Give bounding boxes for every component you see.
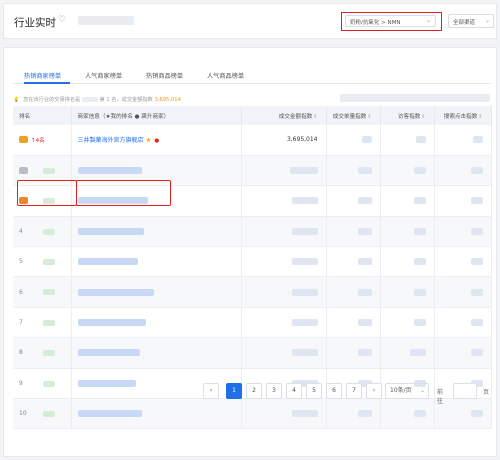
sort-icon: ⇕ xyxy=(367,113,372,120)
page-button[interactable]: 1 xyxy=(226,383,242,399)
rank-highlight-box xyxy=(17,180,77,206)
tab-popular-products[interactable]: 人气商品榜单 xyxy=(207,71,244,80)
next-page-button[interactable]: › xyxy=(366,383,382,399)
chevron-down-icon: ⌄ xyxy=(419,387,425,394)
gold-medal-icon xyxy=(19,136,28,144)
table-row: 4 xyxy=(13,216,492,248)
shop-name-link[interactable]: 三井製薬海外官方旗舰店 xyxy=(78,137,144,144)
chevron-down-icon: ⌄ xyxy=(425,17,431,24)
notice-prefix: 您在该行业的交易排名是 xyxy=(23,97,81,103)
rank-number: 5 xyxy=(19,258,23,266)
page-button[interactable]: 7 xyxy=(346,383,362,399)
rank-number: 4 xyxy=(19,227,23,235)
ranking-table: 排名 商家信息（★我的排名 ● 飙升商家） 成交金额指数⇕ 成交单量指数⇕ 访客… xyxy=(13,106,492,430)
col-gmv-index[interactable]: 成交金额指数⇕ xyxy=(241,106,327,125)
col-shop-info: 商家信息（★我的排名 ● 飙升商家） xyxy=(71,106,242,125)
page-button[interactable]: 5 xyxy=(306,383,322,399)
star-icon: ★ xyxy=(145,136,152,145)
channel-select-value: 全部渠道 xyxy=(453,20,476,26)
sort-icon: ⇕ xyxy=(478,113,483,120)
rank-number: 8 xyxy=(19,349,23,357)
active-tab-indicator xyxy=(24,82,70,84)
rank-number: 7 xyxy=(19,319,23,327)
page-size-select[interactable]: 10条/页 ⌄ xyxy=(385,383,429,399)
prev-page-button[interactable]: ‹ xyxy=(203,383,219,399)
lightbulb-icon: 💡 xyxy=(13,97,20,103)
category-select-highlight: 奶粉/抗氧化 > NMN ⌄ xyxy=(341,12,442,31)
rank-number: 6 xyxy=(19,288,23,296)
category-select[interactable]: 奶粉/抗氧化 > NMN ⌄ xyxy=(345,15,436,27)
rank-cell: ↑4名 xyxy=(13,125,72,156)
table-row: 8 xyxy=(13,337,492,369)
tab-hot-products[interactable]: 热销商品榜单 xyxy=(146,71,183,80)
table-row: 10 xyxy=(13,398,492,430)
col-search-click-index[interactable]: 搜索点击指数⇕ xyxy=(434,106,492,125)
heart-icon[interactable]: ♡ xyxy=(58,15,66,25)
page-button[interactable]: 3 xyxy=(266,383,282,399)
tab-bar: 热销商家榜单 人气商家榜单 热销商品榜单 人气商品榜单 xyxy=(13,68,491,84)
rank-change: ↑4名 xyxy=(31,138,45,144)
flame-icon: ● xyxy=(154,138,160,145)
channel-select[interactable]: 全部渠道 ⌄ xyxy=(448,14,494,28)
gmv-cell: 3,695,014 xyxy=(241,125,327,156)
page-button[interactable]: 6 xyxy=(326,383,342,399)
rank-number: 10 xyxy=(19,410,27,418)
header-card: 行业实时 ♡ 奶粉/抗氧化 > NMN ⌄ 全部渠道 ⌄ xyxy=(3,3,497,39)
rank-notice: 💡 您在该行业的交易排名是 第 1 名，成交金额指数 3,695,014 xyxy=(13,96,181,103)
table-row: 5 xyxy=(13,246,492,278)
notice-value: 3,695,014 xyxy=(154,97,181,103)
silver-medal-icon xyxy=(19,167,28,175)
table-row: 7 xyxy=(13,307,492,339)
goto-page-input[interactable] xyxy=(453,383,477,399)
tab-popular-shops[interactable]: 人气商家榜单 xyxy=(85,71,122,80)
notice-rank: 第 1 名，成交金额指数 xyxy=(99,97,153,103)
page-unit-label: 页 xyxy=(483,389,490,396)
page-button[interactable]: 2 xyxy=(246,383,262,399)
col-rank: 排名 xyxy=(13,106,72,125)
tab-hot-shops[interactable]: 热销商家榜单 xyxy=(24,71,61,80)
table-row: ↑4名 三井製薬海外官方旗舰店 ★ ● 3,695,014 xyxy=(13,125,492,156)
category-select-value: 奶粉/抗氧化 > NMN xyxy=(350,20,401,26)
page-button[interactable]: 4 xyxy=(286,383,302,399)
col-orders-index[interactable]: 成交单量指数⇕ xyxy=(326,106,381,125)
sort-icon: ⇕ xyxy=(313,113,318,120)
chevron-down-icon: ⌄ xyxy=(484,17,490,24)
page-title: 行业实时 xyxy=(14,17,56,29)
table-row: 6 xyxy=(13,276,492,308)
sort-icon: ⇕ xyxy=(421,113,426,120)
rank-number: 9 xyxy=(19,379,23,387)
goto-label: 前往 xyxy=(437,389,444,405)
col-visitors-index[interactable]: 访客指数⇕ xyxy=(380,106,435,125)
shop-highlight-box xyxy=(76,180,171,206)
shop-cell: 三井製薬海外官方旗舰店 ★ ● xyxy=(71,125,242,156)
blurred-date xyxy=(78,16,134,25)
